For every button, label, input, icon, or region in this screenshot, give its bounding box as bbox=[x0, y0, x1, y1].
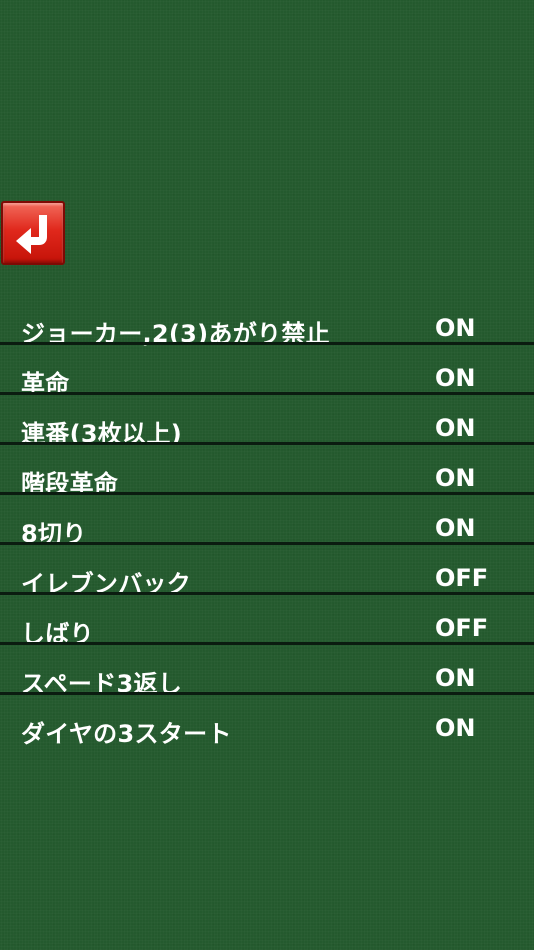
setting-row-joker-2-3-finish-ban[interactable]: ジョーカー,2(3)あがり禁止 ON bbox=[0, 304, 534, 354]
setting-row-staircase-revolution[interactable]: 階段革命 ON bbox=[0, 454, 534, 504]
row-divider bbox=[0, 442, 534, 445]
settings-list: ジョーカー,2(3)あがり禁止 ON 革命 ON 連番(3枚以上) ON 階段革… bbox=[0, 304, 534, 754]
setting-row-eleven-back[interactable]: イレブンバック OFF bbox=[0, 554, 534, 604]
setting-toggle-value[interactable]: ON bbox=[435, 714, 476, 742]
back-button[interactable] bbox=[1, 201, 65, 265]
setting-toggle-value[interactable]: ON bbox=[435, 364, 476, 392]
row-divider bbox=[0, 592, 534, 595]
row-divider bbox=[0, 392, 534, 395]
setting-toggle-value[interactable]: ON bbox=[435, 314, 476, 342]
row-divider bbox=[0, 342, 534, 345]
setting-row-sequence[interactable]: 連番(3枚以上) ON bbox=[0, 404, 534, 454]
setting-row-revolution[interactable]: 革命 ON bbox=[0, 354, 534, 404]
setting-toggle-value[interactable]: ON bbox=[435, 414, 476, 442]
setting-toggle-value[interactable]: ON bbox=[435, 514, 476, 542]
setting-row-eight-cut[interactable]: 8切り ON bbox=[0, 504, 534, 554]
row-divider bbox=[0, 642, 534, 645]
setting-toggle-value[interactable]: ON bbox=[435, 664, 476, 692]
row-divider bbox=[0, 692, 534, 695]
setting-row-binding[interactable]: しばり OFF bbox=[0, 604, 534, 654]
setting-toggle-value[interactable]: ON bbox=[435, 464, 476, 492]
setting-row-diamond-three-start[interactable]: ダイヤの3スタート ON bbox=[0, 704, 534, 754]
row-divider bbox=[0, 542, 534, 545]
row-divider bbox=[0, 492, 534, 495]
setting-row-spade-three-return[interactable]: スペード3返し ON bbox=[0, 654, 534, 704]
return-arrow-icon bbox=[16, 215, 47, 254]
setting-toggle-value[interactable]: OFF bbox=[435, 614, 488, 642]
setting-toggle-value[interactable]: OFF bbox=[435, 564, 488, 592]
setting-label: ダイヤの3スタート bbox=[21, 720, 232, 748]
